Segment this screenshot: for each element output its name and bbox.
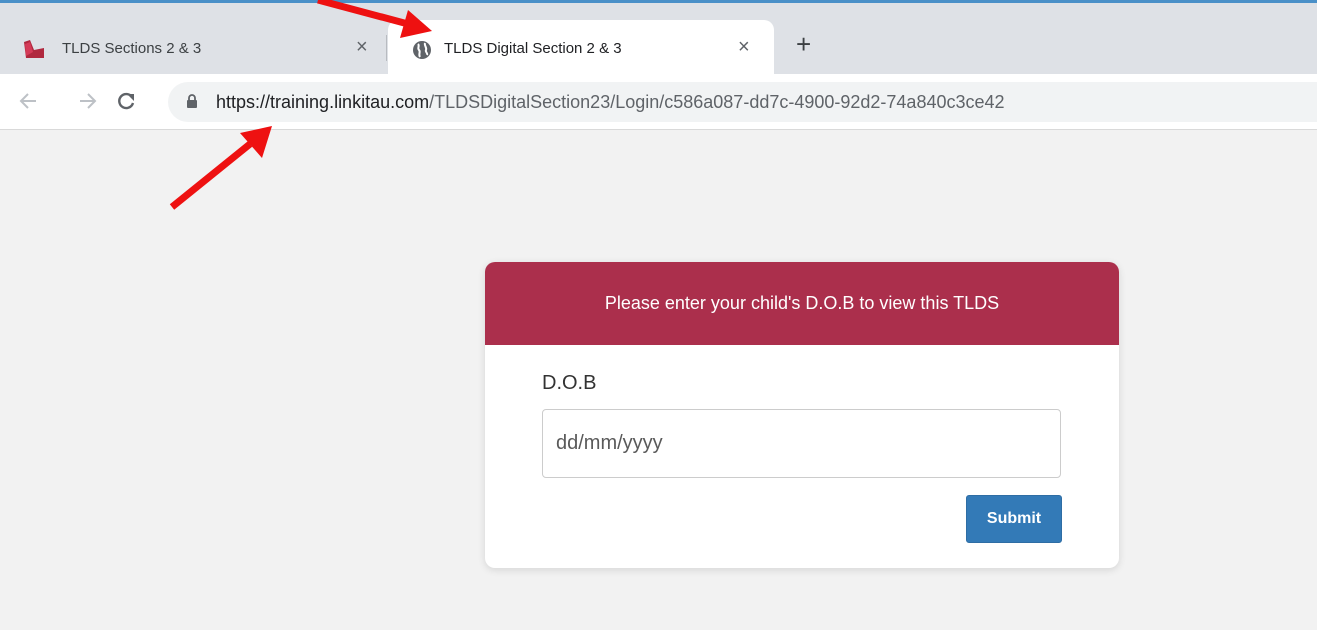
url-text: https://training.linkitau.com/TLDSDigita… (216, 92, 1005, 113)
submit-button[interactable]: Submit (966, 495, 1062, 543)
card-header-text: Please enter your child's D.O.B to view … (604, 293, 1000, 313)
tab-close-icon[interactable]: × (738, 36, 750, 59)
address-bar[interactable]: https://training.linkitau.com/TLDSDigita… (168, 82, 1317, 122)
back-arrow-icon[interactable] (16, 86, 42, 121)
arrow-to-url (169, 126, 272, 210)
dob-label: D.O.B (542, 372, 597, 394)
tab-strip: TLDS Sections 2 & 3 × TLDS Digital Secti… (0, 0, 1317, 77)
tab-separator (386, 35, 387, 61)
tab-close-icon[interactable]: × (356, 36, 368, 59)
app-logo-icon (22, 40, 46, 65)
lock-icon (186, 94, 198, 114)
tab-title: TLDS Sections 2 & 3 (62, 40, 202, 57)
url-host: https://training.linkitau.com (216, 92, 430, 112)
forward-arrow-icon[interactable] (76, 86, 102, 121)
browser-toolbar: https://training.linkitau.com/TLDSDigita… (0, 74, 1317, 130)
globe-icon (412, 40, 432, 65)
tab-title: TLDS Digital Section 2 & 3 (444, 40, 622, 57)
reload-icon[interactable] (113, 86, 139, 121)
tab-tlds-sections[interactable]: TLDS Sections 2 & 3 × (0, 20, 388, 77)
card-header: Please enter your child's D.O.B to view … (485, 262, 1119, 345)
login-card: Please enter your child's D.O.B to view … (485, 262, 1119, 568)
tab-tlds-digital[interactable]: TLDS Digital Section 2 & 3 × (388, 20, 774, 77)
url-path: /TLDSDigitalSection23/Login/c586a087-dd7… (429, 92, 1005, 112)
dob-input[interactable] (542, 409, 1061, 478)
new-tab-icon[interactable]: + (796, 31, 811, 57)
